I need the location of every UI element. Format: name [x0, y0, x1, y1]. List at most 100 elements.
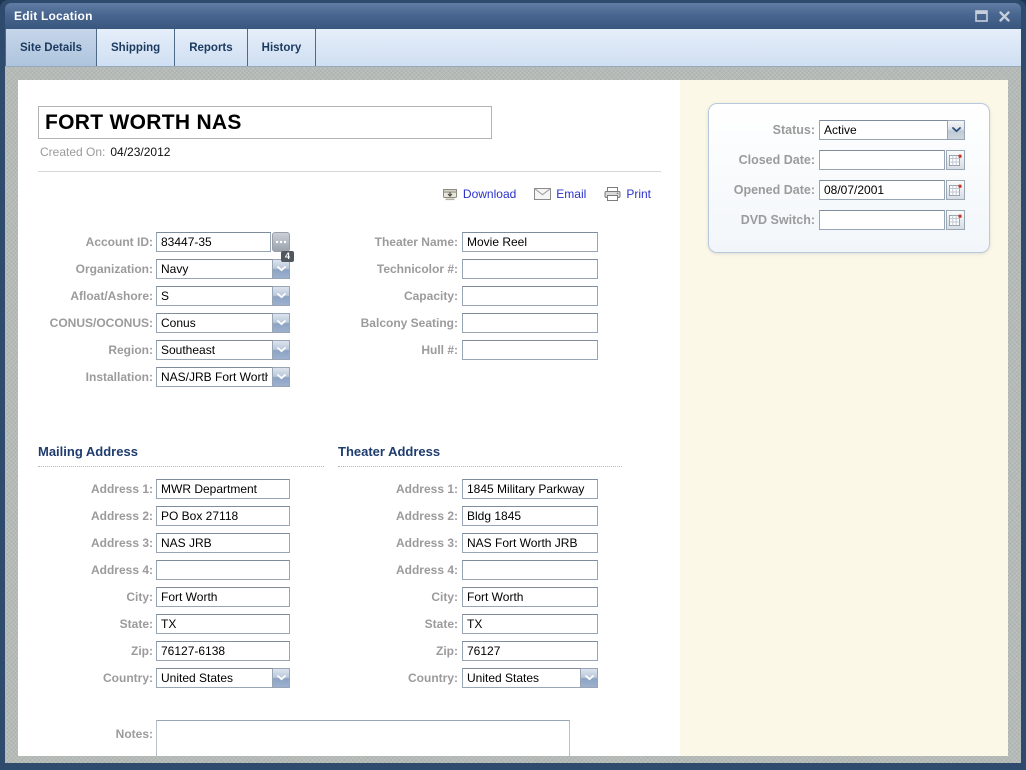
close-icon: [999, 11, 1010, 22]
closed-date-calendar-button[interactable]: [946, 150, 965, 170]
zip-input[interactable]: [462, 641, 598, 661]
tab-label: Site Details: [20, 42, 82, 54]
conus-oconus-input[interactable]: [156, 313, 273, 333]
form-row: Address 3:: [21, 533, 290, 553]
conus-oconus-dropdown-button[interactable]: [273, 313, 290, 333]
print-icon: [604, 187, 621, 201]
email-link-label: Email: [556, 187, 586, 201]
city-input[interactable]: [462, 587, 598, 607]
region-input[interactable]: [156, 340, 273, 360]
address-1-input[interactable]: [156, 479, 290, 499]
status-label: Status:: [721, 123, 815, 137]
state-input[interactable]: [156, 614, 290, 634]
action-links: Download Email Print: [442, 187, 651, 201]
installation-input[interactable]: [156, 367, 273, 387]
afloat-ashore-input[interactable]: [156, 286, 273, 306]
address-1-input[interactable]: [462, 479, 598, 499]
address-2-input[interactable]: [462, 506, 598, 526]
region-field: [156, 340, 290, 360]
afloat-ashore-dropdown-button[interactable]: [273, 286, 290, 306]
country-input[interactable]: [156, 668, 273, 688]
status-input[interactable]: [819, 120, 948, 140]
tab-shipping[interactable]: Shipping: [97, 29, 175, 66]
account-id-count-badge: 4: [281, 251, 294, 262]
tab-site-details[interactable]: Site Details: [5, 29, 97, 66]
calendar-icon: [949, 184, 962, 196]
afloat-ashore-label: Afloat/Ashore:: [21, 289, 153, 303]
balcony-seating-input[interactable]: [462, 313, 598, 333]
closed-date-input[interactable]: [819, 150, 945, 170]
hull-label: Hull #:: [328, 343, 458, 357]
country-dropdown-button[interactable]: [273, 668, 290, 688]
dvd-switch-input[interactable]: [819, 210, 945, 230]
theater-address-header: Theater Address: [338, 444, 622, 467]
edit-location-window: Edit Location Site Details ShippingReport…: [0, 0, 1026, 770]
technicolor-input[interactable]: [462, 259, 598, 279]
dvd-switch-field: [819, 210, 965, 230]
site-name-input[interactable]: [38, 106, 492, 139]
form-row: State:: [328, 614, 598, 634]
form-row: Theater Name:: [328, 232, 598, 252]
form-row: Opened Date:: [721, 179, 977, 201]
address-4-input[interactable]: [156, 560, 290, 580]
opened-date-calendar-button[interactable]: [946, 180, 965, 200]
organization-label: Organization:: [21, 262, 153, 276]
maximize-button[interactable]: [973, 9, 989, 23]
address-1-label: Address 1:: [21, 482, 153, 496]
chevron-down-icon: [585, 675, 594, 681]
account-id-input[interactable]: [156, 232, 271, 252]
country-dropdown-button[interactable]: [581, 668, 598, 688]
address-3-input[interactable]: [156, 533, 290, 553]
status-sidebar: Status:Closed Date:Opened Date:DVD Switc…: [680, 80, 1008, 756]
dvd-switch-calendar-button[interactable]: [946, 210, 965, 230]
opened-date-input[interactable]: [819, 180, 945, 200]
print-link[interactable]: Print: [604, 187, 651, 201]
address-1-field: [462, 479, 598, 499]
address-1-label: Address 1:: [328, 482, 458, 496]
download-link[interactable]: Download: [442, 187, 516, 201]
address-3-input[interactable]: [462, 533, 598, 553]
theater-name-label: Theater Name:: [328, 235, 458, 249]
address-4-input[interactable]: [462, 560, 598, 580]
hull-input[interactable]: [462, 340, 598, 360]
status-panel: Status:Closed Date:Opened Date:DVD Switc…: [708, 103, 990, 253]
closed-date-label: Closed Date:: [721, 153, 815, 167]
organization-dropdown-button[interactable]: [273, 259, 290, 279]
titlebar[interactable]: Edit Location: [5, 3, 1021, 29]
notes-textarea[interactable]: [156, 720, 570, 756]
city-input[interactable]: [156, 587, 290, 607]
form-row: Status:: [721, 119, 977, 141]
email-icon: [534, 188, 551, 200]
form-row: Country:: [21, 668, 290, 688]
theater-name-field: [462, 232, 598, 252]
theater-address-form: Address 1:Address 2:Address 3:Address 4:…: [328, 479, 598, 695]
account-id-lookup-button[interactable]: [272, 232, 290, 252]
state-label: State:: [328, 617, 458, 631]
state-input[interactable]: [462, 614, 598, 634]
created-on-value: 04/23/2012: [110, 145, 170, 159]
installation-dropdown-button[interactable]: [273, 367, 290, 387]
address-2-label: Address 2:: [21, 509, 153, 523]
theater-name-input[interactable]: [462, 232, 598, 252]
tab-history[interactable]: History: [248, 29, 317, 66]
form-row: Country:: [328, 668, 598, 688]
email-link[interactable]: Email: [534, 187, 586, 201]
form-row: Address 1:: [21, 479, 290, 499]
region-dropdown-button[interactable]: [273, 340, 290, 360]
status-dropdown-button[interactable]: [948, 120, 965, 140]
close-button[interactable]: [996, 9, 1012, 23]
form-row: Organization:: [21, 259, 290, 279]
print-link-label: Print: [626, 187, 651, 201]
download-icon: [442, 187, 458, 201]
conus-oconus-field: [156, 313, 290, 333]
country-input[interactable]: [462, 668, 581, 688]
calendar-icon: [949, 154, 962, 166]
installation-label: Installation:: [21, 370, 153, 384]
zip-input[interactable]: [156, 641, 290, 661]
chevron-down-icon: [277, 675, 286, 681]
tab-reports[interactable]: Reports: [175, 29, 247, 66]
city-field: [156, 587, 290, 607]
capacity-input[interactable]: [462, 286, 598, 306]
organization-input[interactable]: [156, 259, 273, 279]
address-2-input[interactable]: [156, 506, 290, 526]
